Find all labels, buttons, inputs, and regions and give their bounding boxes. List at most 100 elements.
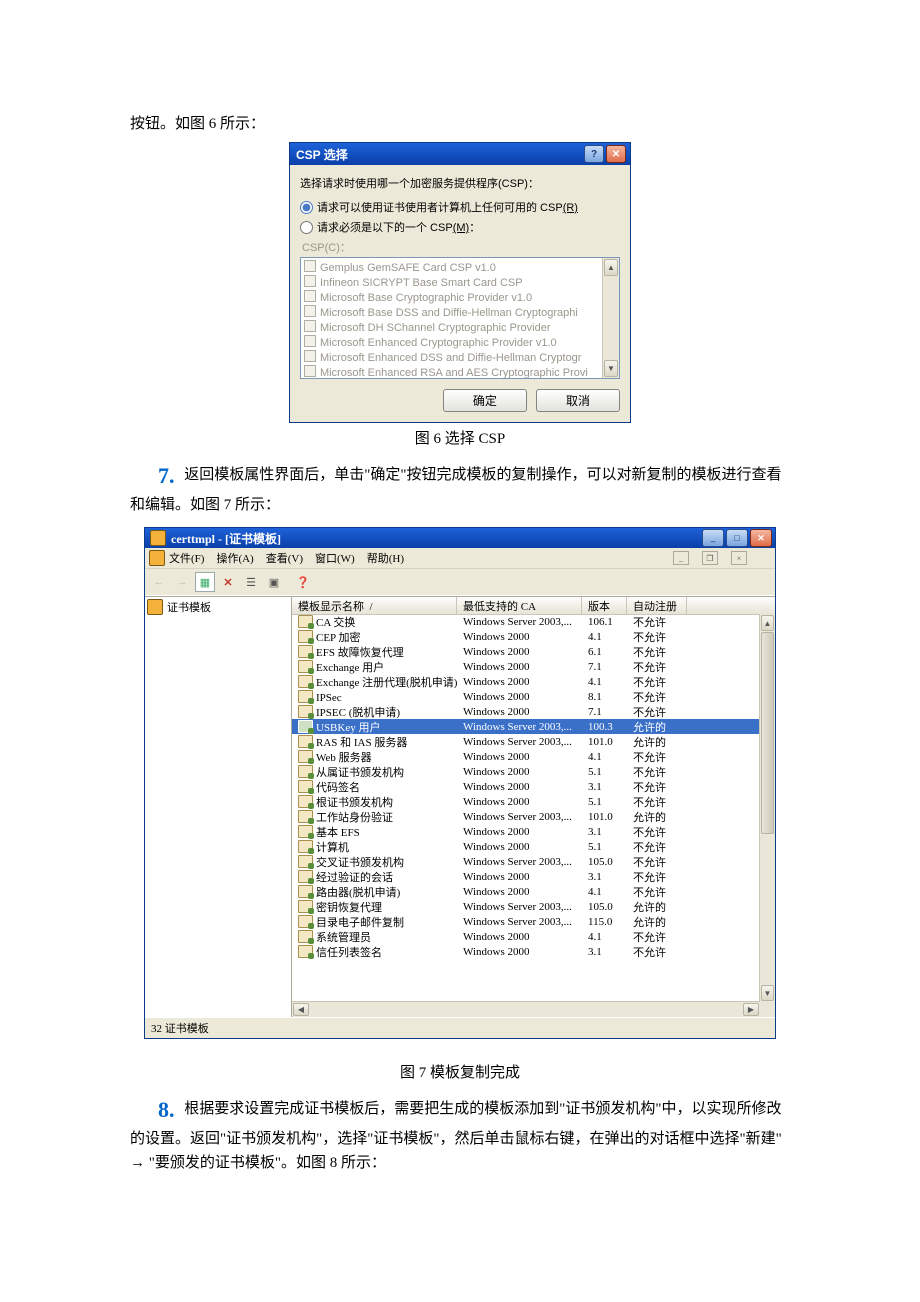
cancel-button[interactable]: 取消 <box>536 389 620 412</box>
step-7-number: 7. <box>158 458 175 493</box>
table-row[interactable]: 目录电子邮件复制Windows Server 2003,...115.0允许的 <box>292 914 760 929</box>
table-row[interactable]: Web 服务器Windows 20004.1不允许 <box>292 749 760 764</box>
table-row[interactable]: USBKey 用户Windows Server 2003,...100.3允许的 <box>292 719 760 734</box>
csp-list-item[interactable]: Gemplus GemSAFE Card CSP v1.0 <box>304 260 616 275</box>
up-icon[interactable]: ▦ <box>195 572 215 592</box>
table-row[interactable]: 密钥恢复代理Windows Server 2003,...105.0允许的 <box>292 899 760 914</box>
column-headers: 模板显示名称 / 最低支持的 CA 版本 自动注册 <box>292 597 775 615</box>
checkbox-icon[interactable] <box>304 365 316 377</box>
menu-action[interactable]: 操作(A) <box>216 550 253 566</box>
scroll-down-icon[interactable]: ▼ <box>761 985 774 1001</box>
horizontal-scrollbar[interactable]: ◀ ▶ <box>292 1001 760 1017</box>
checkbox-icon[interactable] <box>304 260 316 272</box>
scroll-thumb[interactable] <box>761 632 774 834</box>
col-autoenroll[interactable]: 自动注册 <box>627 597 687 614</box>
table-row[interactable]: 信任列表签名Windows 20003.1不允许 <box>292 944 760 959</box>
checkbox-icon[interactable] <box>304 320 316 332</box>
table-row[interactable]: CEP 加密Windows 20004.1不允许 <box>292 629 760 644</box>
radio-any-csp[interactable]: 请求可以使用证书使用者计算机上任何可用的 CSP(R) <box>300 199 620 215</box>
menu-bar: 文件(F) 操作(A) 查看(V) 窗口(W) 帮助(H) _ ❐ × <box>145 548 775 568</box>
table-row[interactable]: 交叉证书颁发机构Windows Server 2003,...105.0不允许 <box>292 854 760 869</box>
help-icon[interactable]: ❓ <box>293 572 313 592</box>
certtmpl-title: certtmpl - [证书模板] <box>171 530 281 547</box>
figure-7-caption: 图 7 模板复制完成 <box>130 1061 790 1082</box>
help-icon[interactable]: ? <box>584 145 604 163</box>
csp-list-item[interactable]: Infineon SICRYPT Base Smart Card CSP <box>304 275 616 290</box>
ok-button[interactable]: 确定 <box>443 389 527 412</box>
table-row[interactable]: IPSEC (脱机申请)Windows 20007.1不允许 <box>292 704 760 719</box>
checkbox-icon[interactable] <box>304 335 316 347</box>
certtmpl-titlebar[interactable]: certtmpl - [证书模板] _ □ ✕ <box>145 528 775 548</box>
menu-help[interactable]: 帮助(H) <box>367 550 404 566</box>
mdi-restore-icon[interactable]: ❐ <box>702 551 718 565</box>
table-row[interactable]: Exchange 用户Windows 20007.1不允许 <box>292 659 760 674</box>
table-row[interactable]: 根证书颁发机构Windows 20005.1不允许 <box>292 794 760 809</box>
template-icon <box>298 720 313 733</box>
mdi-close-icon[interactable]: × <box>731 551 747 565</box>
table-row[interactable]: CA 交换Windows Server 2003,...106.1不允许 <box>292 614 760 629</box>
csp-list-item[interactable]: Microsoft Enhanced Cryptographic Provide… <box>304 335 616 350</box>
nav-forward-icon[interactable]: → <box>172 572 192 592</box>
table-row[interactable]: 基本 EFSWindows 20003.1不允许 <box>292 824 760 839</box>
scroll-up-icon[interactable]: ▲ <box>604 259 618 276</box>
step-7-text: 返回模板属性界面后，单击"确定"按钮完成模板的复制操作，可以对新复制的模板进行查… <box>130 467 782 513</box>
csp-dialog-titlebar[interactable]: CSP 选择 ? ✕ <box>290 143 630 165</box>
radio-listed-csp[interactable]: 请求必须是以下的一个 CSP(M)： <box>300 219 620 235</box>
maximize-icon[interactable]: □ <box>726 529 748 547</box>
menu-file[interactable]: 文件(F) <box>169 550 204 566</box>
checkbox-icon[interactable] <box>304 305 316 317</box>
export-icon[interactable]: ▣ <box>264 572 284 592</box>
template-icon <box>298 735 313 748</box>
template-icon <box>298 915 313 928</box>
scroll-left-icon[interactable]: ◀ <box>293 1003 309 1016</box>
col-name[interactable]: 模板显示名称 / <box>292 597 457 614</box>
minimize-icon[interactable]: _ <box>702 529 724 547</box>
arrow-icon: → <box>130 1154 145 1171</box>
table-row[interactable]: IPSecWindows 20008.1不允许 <box>292 689 760 704</box>
col-version[interactable]: 版本 <box>582 597 627 614</box>
mdi-minimize-icon[interactable]: _ <box>673 551 689 565</box>
close-icon[interactable]: ✕ <box>606 145 626 163</box>
menu-window[interactable]: 窗口(W) <box>315 550 355 566</box>
table-row[interactable]: 路由器(脱机申请)Windows 20004.1不允许 <box>292 884 760 899</box>
figure-6-caption: 图 6 选择 CSP <box>130 427 790 448</box>
checkbox-icon[interactable] <box>304 350 316 362</box>
checkbox-icon[interactable] <box>304 275 316 287</box>
vertical-scrollbar[interactable]: ▲ ▼ <box>759 614 775 1002</box>
scroll-right-icon[interactable]: ▶ <box>743 1003 759 1016</box>
table-row[interactable]: RAS 和 IAS 服务器Windows Server 2003,...101.… <box>292 734 760 749</box>
properties-icon[interactable]: ☰ <box>241 572 261 592</box>
csp-list-item[interactable]: Microsoft Base Cryptographic Provider v1… <box>304 290 616 305</box>
checkbox-icon[interactable] <box>304 290 316 302</box>
table-row[interactable]: 代码签名Windows 20003.1不允许 <box>292 779 760 794</box>
scroll-down-icon[interactable]: ▼ <box>604 360 618 377</box>
delete-icon[interactable]: ✕ <box>218 572 238 592</box>
menu-view[interactable]: 查看(V) <box>266 550 303 566</box>
table-row[interactable]: 系统管理员Windows 20004.1不允许 <box>292 929 760 944</box>
csp-list-item[interactable]: Microsoft Base DSS and Diffie-Hellman Cr… <box>304 305 616 320</box>
csp-list-item[interactable]: Microsoft Enhanced RSA and AES Cryptogra… <box>304 365 616 379</box>
csp-list-item[interactable]: Microsoft DH SChannel Cryptographic Prov… <box>304 320 616 335</box>
scroll-up-icon[interactable]: ▲ <box>761 615 774 631</box>
csp-list-item[interactable]: Microsoft Enhanced DSS and Diffie-Hellma… <box>304 350 616 365</box>
csp-scrollbar[interactable]: ▲ ▼ <box>602 258 619 378</box>
table-row[interactable]: 工作站身份验证Windows Server 2003,...101.0允许的 <box>292 809 760 824</box>
tree-node-cert-templates[interactable]: 证书模板 <box>147 599 289 615</box>
table-row[interactable]: 经过验证的会话Windows 20003.1不允许 <box>292 869 760 884</box>
table-row[interactable]: 计算机Windows 20005.1不允许 <box>292 839 760 854</box>
radio-any-csp-input[interactable] <box>300 201 313 214</box>
nav-back-icon[interactable]: ← <box>149 572 169 592</box>
template-icon <box>298 765 313 778</box>
close-icon[interactable]: ✕ <box>750 529 772 547</box>
table-row[interactable]: 从属证书颁发机构Windows 20005.1不允许 <box>292 764 760 779</box>
col-min-ca[interactable]: 最低支持的 CA <box>457 597 582 614</box>
template-icon <box>298 795 313 808</box>
tree-panel: 证书模板 <box>145 597 292 1017</box>
csp-prompt: 选择请求时使用哪一个加密服务提供程序(CSP)： <box>300 175 620 191</box>
table-row[interactable]: EFS 故障恢复代理Windows 20006.1不允许 <box>292 644 760 659</box>
table-row[interactable]: Exchange 注册代理(脱机申请)Windows 20004.1不允许 <box>292 674 760 689</box>
scrollbar-corner <box>760 1002 775 1017</box>
radio-listed-csp-input[interactable] <box>300 221 313 234</box>
template-icon <box>298 780 313 793</box>
app-icon <box>150 530 166 546</box>
